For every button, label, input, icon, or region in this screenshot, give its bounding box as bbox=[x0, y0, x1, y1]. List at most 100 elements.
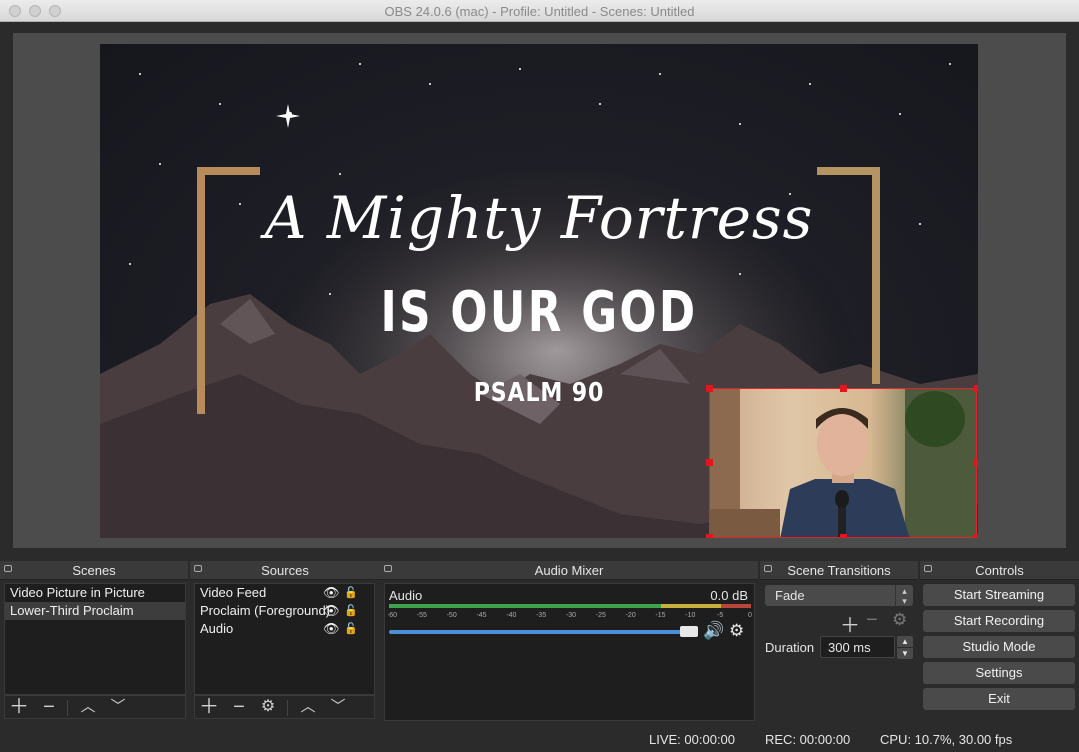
resize-handle[interactable] bbox=[974, 459, 978, 466]
meter-tick-label: -25 bbox=[596, 612, 606, 619]
remove-transition-button[interactable]: − bbox=[866, 609, 878, 632]
meter-tick-label: -5 bbox=[717, 612, 723, 619]
add-transition-button[interactable]: ＋ bbox=[840, 609, 860, 638]
scene-item[interactable]: Video Picture in Picture bbox=[5, 584, 185, 602]
visibility-eye-icon[interactable]: 👁 bbox=[323, 584, 340, 602]
toolbar-divider bbox=[287, 700, 288, 716]
preview-title: A Mighty Fortress bbox=[264, 184, 814, 252]
meter-tick-label: -30 bbox=[566, 612, 576, 619]
source-item[interactable]: Proclaim (Foreground) 👁 🔓 bbox=[195, 602, 374, 620]
transition-properties-gear-icon[interactable]: ⚙ bbox=[892, 610, 907, 630]
dock-float-icon[interactable] bbox=[384, 565, 392, 572]
meter-tick-label: -40 bbox=[506, 612, 516, 619]
audio-mixer-header: Audio Mixer bbox=[534, 563, 604, 578]
controls-header: Controls bbox=[975, 563, 1024, 578]
live-status: LIVE: 00:00:00 bbox=[649, 732, 736, 747]
preview-subtitle: IS OUR GOD bbox=[380, 280, 698, 345]
resize-handle[interactable] bbox=[974, 534, 978, 538]
studio-mode-button[interactable]: Studio Mode bbox=[923, 636, 1075, 658]
meter-tick-label: -55 bbox=[417, 612, 427, 619]
scene-label: Video Picture in Picture bbox=[10, 585, 145, 600]
scene-label: Lower-Third Proclaim bbox=[10, 603, 134, 618]
duration-field[interactable]: 300 ms bbox=[820, 636, 895, 658]
transition-select-value: Fade bbox=[775, 588, 805, 603]
resize-handle[interactable] bbox=[706, 385, 713, 392]
preview-canvas[interactable]: A Mighty Fortress IS OUR GOD PSALM 90 bbox=[100, 44, 978, 538]
mixer-channel-name: Audio bbox=[389, 588, 423, 603]
meter-tick-label: 0 bbox=[748, 612, 752, 619]
visibility-eye-icon[interactable]: 👁 bbox=[323, 620, 340, 638]
dock-float-icon[interactable] bbox=[194, 565, 202, 572]
sources-header: Sources bbox=[261, 563, 309, 578]
settings-button[interactable]: Settings bbox=[923, 662, 1075, 684]
remove-scene-button[interactable]: − bbox=[38, 697, 60, 717]
video-feed-source[interactable] bbox=[709, 388, 977, 538]
rec-status: REC: 00:00:00 bbox=[765, 732, 851, 747]
meter-tick-label: -20 bbox=[626, 612, 636, 619]
move-source-up-button[interactable]: ︿ bbox=[297, 698, 319, 716]
duration-increase-button[interactable]: ▲ bbox=[897, 636, 913, 647]
resize-handle[interactable] bbox=[706, 459, 713, 466]
resize-handle[interactable] bbox=[840, 534, 847, 538]
cpu-status: CPU: 10.7%, 30.00 fps bbox=[880, 732, 1013, 747]
toolbar-divider bbox=[67, 700, 68, 716]
speaker-mute-icon[interactable]: 🔊 bbox=[703, 621, 724, 641]
start-streaming-button[interactable]: Start Streaming bbox=[923, 584, 1075, 606]
window-titlebar: OBS 24.0.6 (mac) - Profile: Untitled - S… bbox=[0, 0, 1079, 22]
resize-handle[interactable] bbox=[840, 385, 847, 392]
source-item[interactable]: Audio 👁 🔓 bbox=[195, 620, 374, 638]
scenes-list[interactable]: Video Picture in Picture Lower-Third Pro… bbox=[4, 583, 186, 695]
move-scene-up-button[interactable]: ︿ bbox=[77, 698, 99, 716]
scenes-header: Scenes bbox=[72, 563, 116, 578]
duration-decrease-button[interactable]: ▼ bbox=[897, 648, 913, 659]
source-label: Audio bbox=[200, 621, 234, 636]
transition-select[interactable]: Fade ▴ ▾ bbox=[765, 585, 913, 606]
scenes-dock: Scenes bbox=[0, 561, 188, 580]
duration-label: Duration bbox=[765, 640, 815, 655]
volume-slider-handle[interactable] bbox=[680, 626, 698, 637]
lock-icon[interactable]: 🔓 bbox=[344, 584, 358, 602]
scene-item[interactable]: Lower-Third Proclaim bbox=[5, 602, 185, 620]
mixer-settings-gear-icon[interactable]: ⚙ bbox=[729, 621, 744, 641]
add-source-button[interactable]: ＋ bbox=[198, 697, 220, 717]
meter-tick-label: -15 bbox=[655, 612, 665, 619]
scene-transitions-dock: Scene Transitions bbox=[760, 561, 918, 580]
meter-tick-label: -45 bbox=[476, 612, 486, 619]
remove-source-button[interactable]: − bbox=[228, 697, 250, 717]
source-item[interactable]: Video Feed 👁 🔓 bbox=[195, 584, 374, 602]
scene-transitions-header: Scene Transitions bbox=[787, 563, 891, 578]
mixer-level-readout: 0.0 dB bbox=[710, 588, 748, 603]
source-label: Video Feed bbox=[200, 585, 267, 600]
lock-icon[interactable]: 🔓 bbox=[344, 620, 358, 638]
audio-mixer-dock: Audio Mixer bbox=[380, 561, 758, 580]
controls-dock: Controls bbox=[920, 561, 1079, 580]
lock-icon[interactable]: 🔓 bbox=[344, 602, 358, 620]
window-title: OBS 24.0.6 (mac) - Profile: Untitled - S… bbox=[384, 4, 695, 19]
sources-toolbar: ＋ − ⚙ ︿ ﹀ bbox=[194, 695, 375, 719]
exit-button[interactable]: Exit bbox=[923, 688, 1075, 710]
meter-tick-label: -35 bbox=[536, 612, 546, 619]
select-updown-icon: ▴ ▾ bbox=[895, 585, 913, 606]
start-recording-button[interactable]: Start Recording bbox=[923, 610, 1075, 632]
volume-meter: -60-55-50-45-40-35-30-25-20-15-10-50 bbox=[388, 604, 752, 619]
meter-tick-label: -10 bbox=[685, 612, 695, 619]
volume-slider-track[interactable] bbox=[389, 630, 689, 634]
dock-float-icon[interactable] bbox=[924, 565, 932, 572]
visibility-eye-icon[interactable]: 👁 bbox=[323, 602, 340, 620]
add-scene-button[interactable]: ＋ bbox=[8, 697, 30, 717]
presenter-video bbox=[710, 389, 976, 537]
source-label: Proclaim (Foreground) bbox=[200, 603, 331, 618]
sources-list[interactable]: Video Feed 👁 🔓 Proclaim (Foreground) 👁 🔓… bbox=[194, 583, 375, 695]
resize-handle[interactable] bbox=[706, 534, 713, 538]
scenes-toolbar: ＋ − ︿ ﹀ bbox=[4, 695, 186, 719]
sources-dock: Sources bbox=[190, 561, 380, 580]
meter-tick-label: -50 bbox=[447, 612, 457, 619]
dock-float-icon[interactable] bbox=[4, 565, 12, 572]
resize-handle[interactable] bbox=[974, 385, 978, 392]
move-scene-down-button[interactable]: ﹀ bbox=[107, 698, 129, 716]
meter-tick-label: -60 bbox=[388, 612, 397, 619]
dock-float-icon[interactable] bbox=[764, 565, 772, 572]
audio-mixer-panel: Audio 0.0 dB -60-55-50-45-40-35-30-25-20… bbox=[384, 583, 755, 721]
move-source-down-button[interactable]: ﹀ bbox=[327, 698, 349, 716]
source-properties-gear-icon[interactable]: ⚙ bbox=[257, 698, 279, 716]
